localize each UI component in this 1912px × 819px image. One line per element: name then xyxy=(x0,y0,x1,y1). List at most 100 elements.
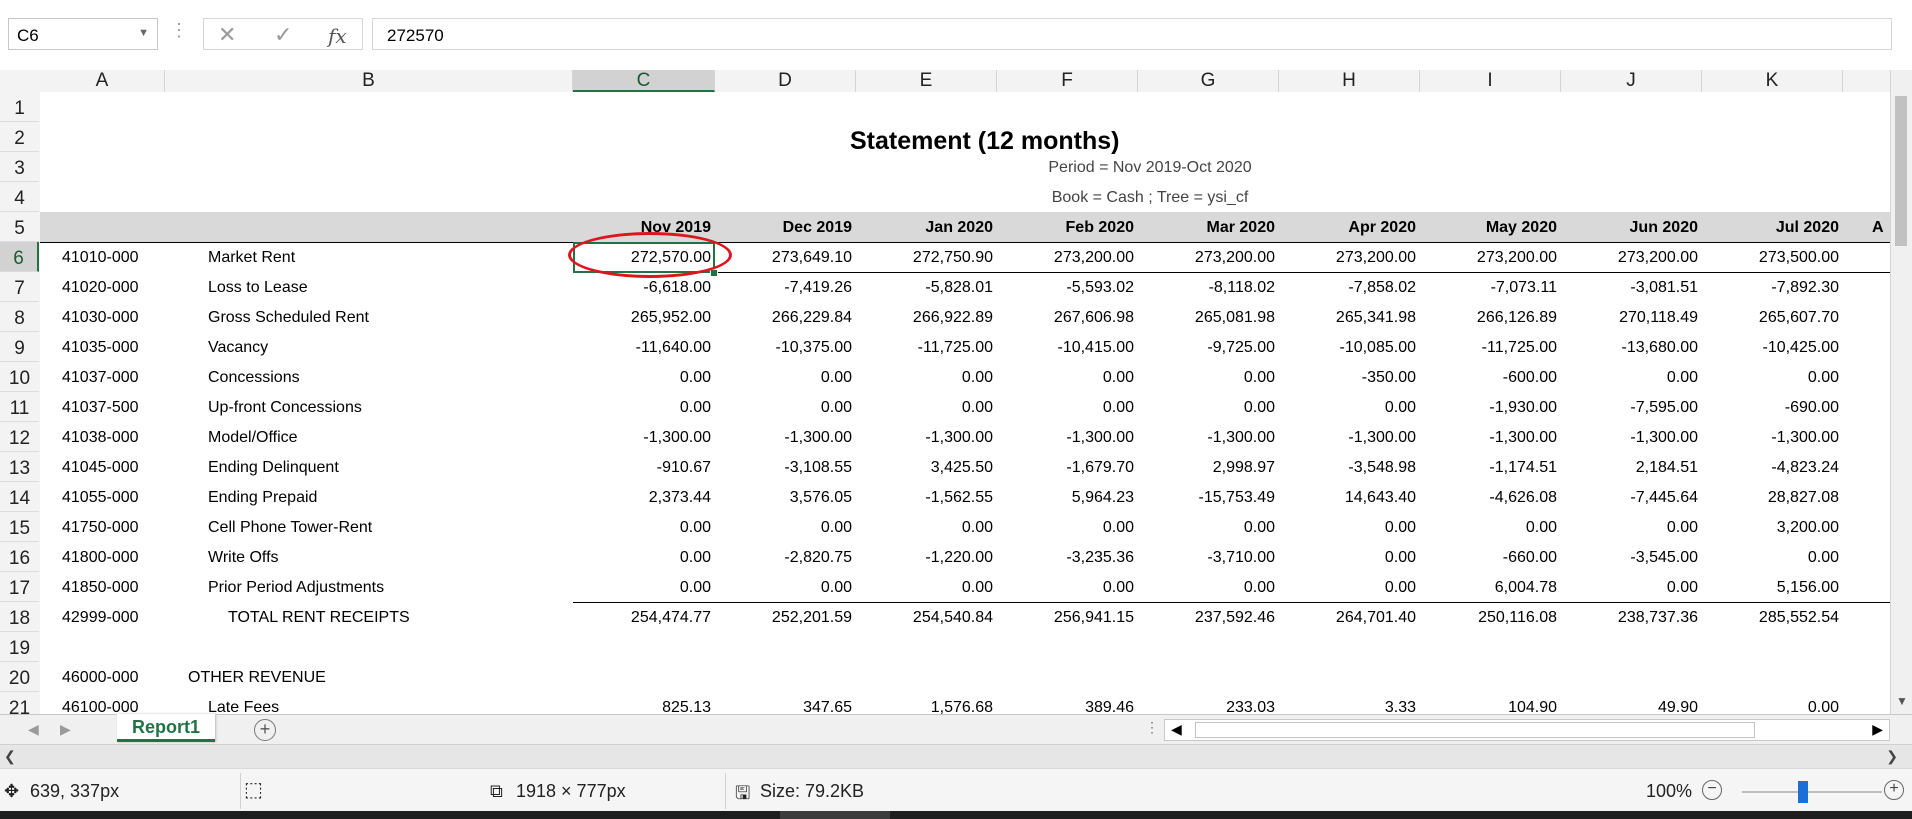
formula-input[interactable]: 272570 xyxy=(372,18,1892,50)
chevron-down-icon[interactable]: ▼ xyxy=(138,27,149,39)
scroll-down-icon[interactable]: ▼ xyxy=(1896,694,1908,708)
sheet-tab-report1[interactable]: Report1 xyxy=(117,714,215,742)
value-cell: 0.00 xyxy=(1807,369,1839,386)
viewer-scroll-left-icon[interactable]: ❮ xyxy=(4,748,16,765)
row-header-9[interactable]: 9 xyxy=(0,332,39,362)
column-header-e[interactable]: E xyxy=(856,70,997,92)
value-cell: 273,649.10 xyxy=(771,249,852,266)
month-header-clipped: A xyxy=(1872,219,1884,236)
column-header-k[interactable]: K xyxy=(1702,70,1843,92)
cancel-icon[interactable]: ✕ xyxy=(218,22,236,48)
zoom-slider-thumb[interactable] xyxy=(1798,781,1808,803)
name-box-value: C6 xyxy=(17,26,39,45)
row-header-4[interactable]: 4 xyxy=(0,182,39,212)
value-cell: 3,576.05 xyxy=(789,489,852,506)
row-header-18[interactable]: 18 xyxy=(0,602,39,632)
value-cell: 5,964.23 xyxy=(1071,489,1134,506)
value-cell: 0.00 xyxy=(1384,399,1416,416)
value-cell: -2,820.75 xyxy=(784,549,852,566)
taskbar-item[interactable] xyxy=(780,811,890,819)
row-header-11[interactable]: 11 xyxy=(0,392,39,422)
row-header-6[interactable]: 6 xyxy=(0,242,39,272)
viewer-status-bar: ✥ 639, 337px ⬚ ⧉ 1918 × 777px 🖫 Size: 79… xyxy=(0,768,1912,812)
column-header-d[interactable]: D xyxy=(715,70,856,92)
value-cell: 237,592.46 xyxy=(1194,609,1275,626)
vertical-scroll-thumb[interactable] xyxy=(1895,96,1907,246)
subtotal-line-1 xyxy=(573,272,1890,273)
zoom-slider-track[interactable] xyxy=(1742,791,1882,793)
account-label: Concessions xyxy=(208,369,300,386)
header-underline xyxy=(40,242,1890,243)
row-header-5[interactable]: 5 xyxy=(0,212,39,242)
horizontal-scrollbar[interactable]: ◀ ▶ xyxy=(1164,719,1890,741)
column-header-b[interactable]: B xyxy=(165,70,573,92)
row-header-7[interactable]: 7 xyxy=(0,272,39,302)
cursor-position: 639, 337px xyxy=(30,781,120,801)
tab-scroll-left-icon[interactable]: ◀ xyxy=(28,721,39,738)
zoom-out-icon[interactable]: − xyxy=(1702,780,1722,800)
vertical-scrollbar[interactable]: ▼ xyxy=(1890,70,1912,714)
account-label: TOTAL RENT RECEIPTS xyxy=(228,609,410,626)
name-box[interactable]: C6 ▼ xyxy=(8,18,158,50)
zoom-in-icon[interactable]: + xyxy=(1884,780,1904,800)
row-header-19[interactable]: 19 xyxy=(0,632,39,662)
tab-scroll-right-icon[interactable]: ▶ xyxy=(60,721,71,738)
row-header-10[interactable]: 10 xyxy=(0,362,39,392)
row-header-15[interactable]: 15 xyxy=(0,512,39,542)
column-header-f[interactable]: F xyxy=(997,70,1138,92)
divider xyxy=(725,773,726,809)
column-header-i[interactable]: I xyxy=(1420,70,1561,92)
row-header-12[interactable]: 12 xyxy=(0,422,39,452)
value-cell: 0.00 xyxy=(1243,519,1275,536)
row-headers: 1 2 3 4 5 6 7 8 9 10 11 12 13 14 15 16 17 18 19 20 21 xyxy=(0,92,41,714)
taskbar xyxy=(0,811,1912,819)
value-cell: -600.00 xyxy=(1502,369,1557,386)
value-cell: -1,300.00 xyxy=(1066,429,1134,446)
account-label: Late Fees xyxy=(208,699,280,714)
value-cell: 0.00 xyxy=(1243,369,1275,386)
sheet-tab-bar: ◀ ▶ Report1 + ⋮ ◀ ▶ xyxy=(0,714,1912,745)
row-header-20[interactable]: 20 xyxy=(0,662,39,692)
row-header-1[interactable]: 1 xyxy=(0,92,39,122)
value-cell: -11,725.00 xyxy=(917,339,993,356)
column-header-a[interactable]: A xyxy=(40,70,165,92)
add-sheet-icon[interactable]: + xyxy=(254,719,276,741)
row-header-21[interactable]: 21 xyxy=(0,692,39,714)
value-cell: 2,184.51 xyxy=(1635,459,1698,476)
more-options-icon[interactable]: ⋮ xyxy=(170,20,188,41)
row-header-16[interactable]: 16 xyxy=(0,542,39,572)
value-cell: 273,200.00 xyxy=(1335,249,1416,266)
row-header-2[interactable]: 2 xyxy=(0,122,39,152)
value-cell: 264,701.40 xyxy=(1335,609,1416,626)
row-header-3[interactable]: 3 xyxy=(0,152,39,182)
value-cell: 0.00 xyxy=(1102,369,1134,386)
value-cell: -3,545.00 xyxy=(1630,549,1698,566)
month-header: Mar 2020 xyxy=(1206,219,1276,236)
enter-icon[interactable]: ✓ xyxy=(274,22,292,48)
value-cell: -13,680.00 xyxy=(1621,339,1698,356)
value-cell: -4,823.24 xyxy=(1771,459,1839,476)
column-header-g[interactable]: G xyxy=(1138,70,1279,92)
row-header-8[interactable]: 8 xyxy=(0,302,39,332)
row-header-17[interactable]: 17 xyxy=(0,572,39,602)
viewer-scroll-right-icon[interactable]: ❯ xyxy=(1886,748,1898,765)
account-code: 41045-000 xyxy=(62,459,139,476)
sheet-grid[interactable]: Statement (12 months) Period = Nov 2019-… xyxy=(40,92,1890,714)
value-cell: -1,562.55 xyxy=(925,489,993,506)
value-cell: 0.00 xyxy=(820,519,852,536)
horizontal-scroll-thumb[interactable] xyxy=(1195,722,1755,738)
value-cell: -1,300.00 xyxy=(1630,429,1698,446)
account-code: 41800-000 xyxy=(62,549,139,566)
split-handle-icon[interactable]: ⋮ xyxy=(1145,719,1159,736)
column-header-j[interactable]: J xyxy=(1561,70,1702,92)
column-header-c[interactable]: C xyxy=(573,70,715,92)
formula-value: 272570 xyxy=(387,26,444,45)
column-header-h[interactable]: H xyxy=(1279,70,1420,92)
value-cell: 273,200.00 xyxy=(1053,249,1134,266)
row-header-13[interactable]: 13 xyxy=(0,452,39,482)
scroll-left-icon[interactable]: ◀ xyxy=(1171,721,1182,738)
row-header-14[interactable]: 14 xyxy=(0,482,39,512)
viewer-horizontal-scrollbar[interactable]: ❮ ❯ xyxy=(0,744,1912,769)
insert-function-icon[interactable]: fx xyxy=(328,24,347,48)
scroll-right-icon[interactable]: ▶ xyxy=(1872,721,1883,738)
